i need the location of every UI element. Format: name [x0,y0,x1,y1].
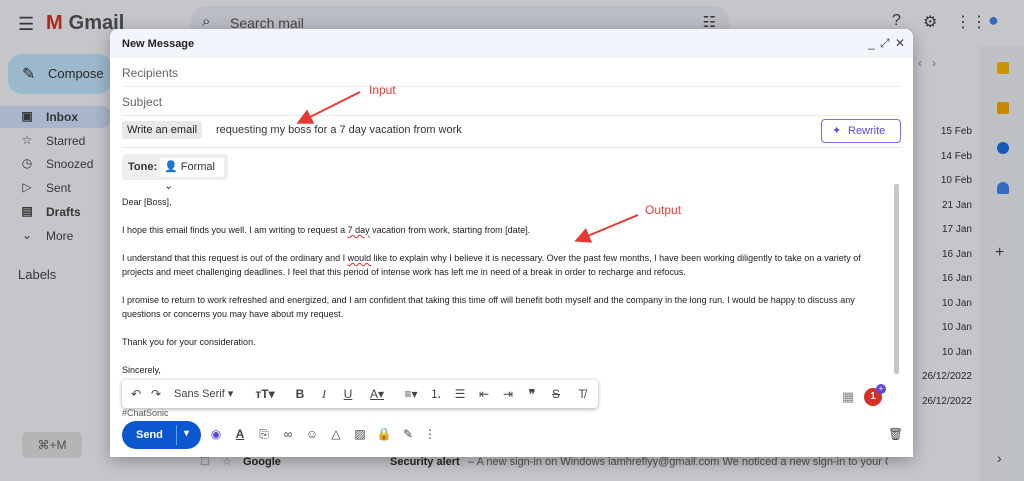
subject-field[interactable]: Subject [122,87,901,116]
numbered-list-icon[interactable]: ⒈ [428,380,444,408]
send-divider [176,425,177,445]
rewrite-button[interactable]: ✦ Rewrite [821,119,901,143]
fullscreen-icon[interactable]: ⤢ [880,36,890,51]
indent-less-icon[interactable]: ⇤ [476,380,492,408]
font-value: Sans Serif [174,388,225,400]
trash-icon[interactable]: 🗑 [888,427,903,441]
output-annotation: Output [645,203,682,217]
recipients-field[interactable]: Recipients [122,58,901,87]
formatting-options-icon[interactable]: A [232,427,248,441]
email-body[interactable]: Dear [Boss], I hope this email finds you… [122,195,890,377]
greeting: Dear [Boss], [122,197,172,207]
confidential-lock-icon[interactable]: 🔒 [376,427,392,441]
photo-icon[interactable]: ▨ [352,427,368,441]
formatting-toolbar: ↶ ↷ Sans Serif ▾ тT▾ B I U A▾ ≡▾ ⒈ ☰ ⇤ ⇥… [122,380,598,408]
magic-wand-icon: ✦ [832,125,842,137]
tone-control: Tone: 👤 Formal ⌄ [122,154,228,192]
body-paragraph: I promise to return to work refreshed an… [122,295,855,319]
minimize-icon[interactable]: _ [868,36,875,50]
body-paragraph: I hope this email finds you well. I am w… [122,223,890,237]
emoji-icon[interactable]: ☺ [304,427,320,441]
undo-icon[interactable]: ↶ [128,380,144,408]
ai-writer-icon[interactable]: ◉ [208,427,224,441]
close-icon[interactable]: ✕ [895,36,905,50]
write-email-chip[interactable]: Write an email [122,121,203,139]
subject-placeholder: Subject [122,95,163,109]
spellcheck-mark: 7 day [347,225,370,235]
body-paragraph: I understand that this request is out of… [122,251,890,279]
ai-prompt-input[interactable]: requesting my boss for a 7 day vacation … [216,124,462,136]
chevron-down-icon: ⌄ [164,180,174,192]
tone-select[interactable]: 👤 Formal ⌄ [160,158,224,192]
tone-label: Tone: [128,161,158,173]
scrollbar[interactable] [894,184,899,374]
body-text: I understand that this request is out of… [122,253,348,263]
input-annotation: Input [369,83,396,97]
send-label: Send [136,429,163,441]
bold-icon[interactable]: B [292,380,308,408]
drive-icon[interactable]: △ [328,427,344,441]
italic-icon[interactable]: I [316,380,332,408]
person-icon: 👤 [164,161,178,173]
compose-header[interactable]: New Message _ ⤢ ✕ [110,29,913,58]
link-icon[interactable]: ∞ [280,427,296,441]
text-color-icon[interactable]: A▾ [364,380,390,408]
spellcheck-mark: would [347,253,372,263]
send-options-icon[interactable]: ▾ [184,428,189,439]
body-text: I hope this email finds you well. I am w… [122,225,348,235]
ai-prompt-row: Write an email requesting my boss for a … [122,116,901,148]
recipients-placeholder: Recipients [122,66,179,80]
strikethrough-icon[interactable]: S [548,380,564,408]
font-select[interactable]: Sans Serif ▾ [174,380,244,408]
compose-window: New Message _ ⤢ ✕ Recipients Subject Wri… [110,29,913,457]
bulleted-list-icon[interactable]: ☰ [452,380,468,408]
more-options-icon[interactable]: ⋮ [422,427,438,441]
quote-icon[interactable]: ❞ [524,380,540,408]
rewrite-label: Rewrite [848,125,886,137]
redo-icon[interactable]: ↷ [148,380,164,408]
add-icon: + [876,384,886,394]
align-icon[interactable]: ≡▾ [398,380,424,408]
text-size-icon[interactable]: тT▾ [252,380,278,408]
underline-icon[interactable]: U [340,380,356,408]
signature-pen-icon[interactable]: ✎ [400,427,416,441]
extension-icon[interactable]: ▦ [842,389,854,405]
compose-title: New Message [122,38,195,50]
attach-icon[interactable]: ⎘ [256,427,272,442]
remove-formatting-icon[interactable]: T̸ [574,380,590,408]
body-paragraph: Thank you for your consideration. [122,337,256,347]
indent-more-icon[interactable]: ⇥ [500,380,516,408]
body-text: vacation from work, starting from [date]… [369,225,531,235]
signature-text: #ChatSonic [122,408,169,418]
closing: Sincerely, [122,365,161,375]
tone-value: Formal [180,161,215,173]
send-button[interactable]: Send ▾ [122,421,201,449]
